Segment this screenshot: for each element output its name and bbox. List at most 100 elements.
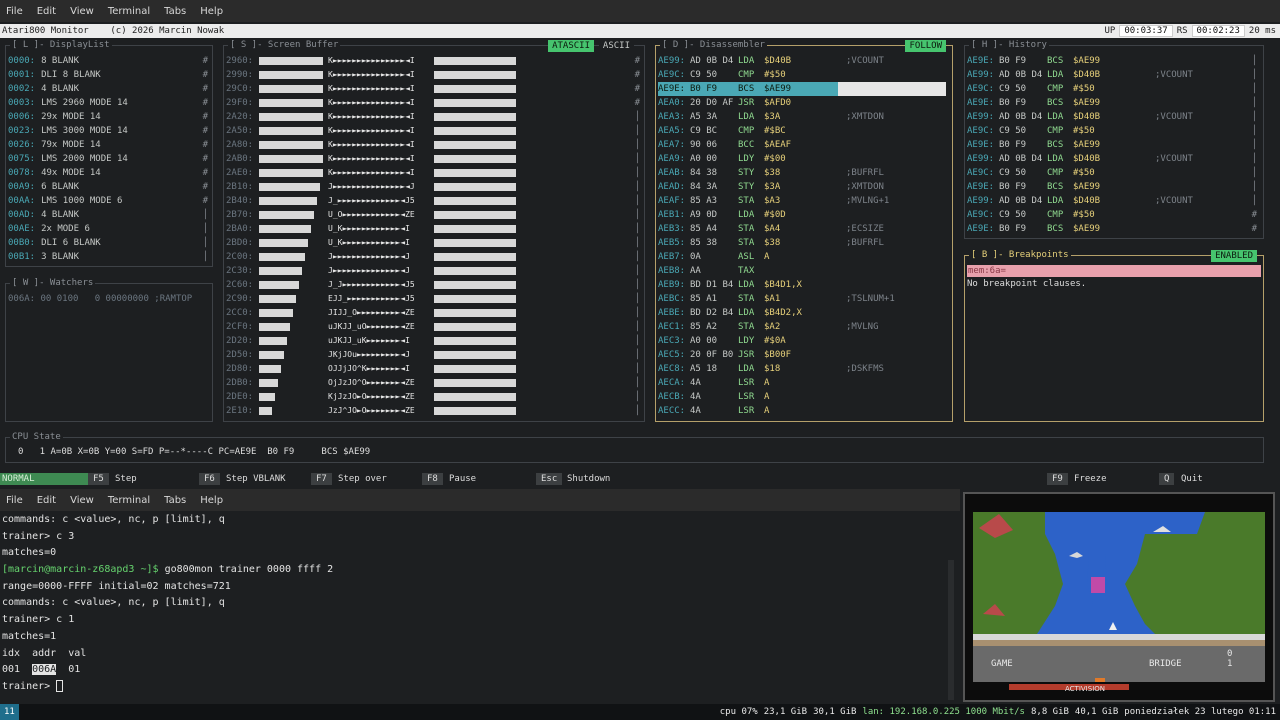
disasm-row[interactable]: AECC: 4A LSR A bbox=[658, 404, 946, 418]
f8-key[interactable]: F8 bbox=[422, 473, 443, 485]
disasm-row[interactable]: AEB7: 0A ASL A bbox=[658, 250, 946, 264]
emulator-game-window[interactable]: GAME BRIDGE 1 0 ACTIVISION bbox=[963, 492, 1275, 702]
f7-key[interactable]: F7 bbox=[311, 473, 332, 485]
screenbuffer-row[interactable]: 2D20: uJKJJ_uK►►►►►►►◄I │ bbox=[224, 334, 644, 348]
menu-file[interactable]: File bbox=[6, 6, 23, 17]
displaylist-row[interactable]: 00AA: LMS 1000 MODE 6 # bbox=[8, 194, 212, 208]
menu-tabs[interactable]: Tabs bbox=[164, 6, 186, 17]
terminal-scrollbar[interactable] bbox=[948, 560, 954, 700]
disasm-row[interactable]: AEC8: A5 18 LDA $18 ;DSKFMS bbox=[658, 362, 946, 376]
disasm-row[interactable]: AEAB: 84 38 STY $38 ;BUFRFL bbox=[658, 166, 946, 180]
screenbuffer-row[interactable]: 2CF0: uJKJJ_uO►►►►►►►◄ZE │ bbox=[224, 320, 644, 334]
workspace-indicator[interactable]: 11 bbox=[0, 704, 19, 720]
history-row[interactable]: AE99: AD 0B D4 LDA $D40B ;VCOUNT │ bbox=[967, 152, 1257, 166]
breakpoints-status-badge[interactable]: ENABLED bbox=[1211, 250, 1257, 262]
disasm-row[interactable]: AEA9: A0 00 LDY #$00 bbox=[658, 152, 946, 166]
history-row[interactable]: AE99: AD 0B D4 LDA $D40B ;VCOUNT │ bbox=[967, 110, 1257, 124]
screenbuffer-row[interactable]: 2AE0: K►►►►►►►►►►►►►►►◄I │ bbox=[224, 166, 644, 180]
disasm-row[interactable]: AEC3: A0 00 LDY #$0A bbox=[658, 334, 946, 348]
screenbuffer-row[interactable]: 2A80: K►►►►►►►►►►►►►►►◄I │ bbox=[224, 138, 644, 152]
disasm-row[interactable]: AE9E: B0 F9 BCS $AE99 bbox=[658, 82, 946, 96]
disasm-row[interactable]: AECA: 4A LSR A bbox=[658, 376, 946, 390]
breakpoint-input[interactable]: mem:6a= bbox=[967, 265, 1261, 277]
f6-step-vblank-label[interactable]: Step VBLANK bbox=[226, 473, 286, 485]
screenbuffer-row[interactable]: 2B70: U_O►►►►►►►►►►►►◄ZE │ bbox=[224, 208, 644, 222]
history-row[interactable]: AE9C: C9 50 CMP #$50 │ bbox=[967, 124, 1257, 138]
terminal-output[interactable]: commands: c <value>, nc, p [limit], q tr… bbox=[0, 512, 955, 702]
disasm-row[interactable]: AEAD: 84 3A STY $3A ;XMTDON bbox=[658, 180, 946, 194]
displaylist-row[interactable]: 00A9: 6 BLANK # bbox=[8, 180, 212, 194]
menu-view[interactable]: View bbox=[70, 6, 94, 17]
menu-edit[interactable]: Edit bbox=[37, 6, 56, 17]
watcher-row[interactable]: 006A: 00 0100 0 00000000 ;RAMTOP bbox=[8, 292, 212, 306]
disasm-row[interactable]: AECB: 4A LSR A bbox=[658, 390, 946, 404]
f6-key[interactable]: F6 bbox=[199, 473, 220, 485]
f5-step-label[interactable]: Step bbox=[115, 473, 137, 485]
screenbuffer-row[interactable]: 2B10: J►►►►►►►►►►►►►►►◄J │ bbox=[224, 180, 644, 194]
watchers-panel[interactable]: [ W ]- Watchers 006A: 00 0100 0 00000000… bbox=[5, 278, 213, 422]
screenbuffer-row[interactable]: 2A50: K►►►►►►►►►►►►►►►◄I │ bbox=[224, 124, 644, 138]
esc-key[interactable]: Esc bbox=[536, 473, 563, 485]
result-addr[interactable]: 006A bbox=[32, 664, 57, 676]
disasm-row[interactable]: AEB8: AA TAX bbox=[658, 264, 946, 278]
history-row[interactable]: AE9C: C9 50 CMP #$50 │ bbox=[967, 82, 1257, 96]
terminal-input-line[interactable]: trainer> bbox=[0, 679, 955, 696]
f5-key[interactable]: F5 bbox=[88, 473, 109, 485]
disasm-row[interactable]: AEBE: BD D2 B4 LDA $B4D2,X bbox=[658, 306, 946, 320]
disasm-row[interactable]: AEC1: 85 A2 STA $A2 ;MVLNG bbox=[658, 320, 946, 334]
screenbuffer-row[interactable]: 2D50: JKjJOu►►►►►►►►►◄J │ bbox=[224, 348, 644, 362]
displaylist-row[interactable]: 00B1: 3 BLANK │ bbox=[8, 250, 212, 264]
screenbuffer-row[interactable]: 29F0: K►►►►►►►►►►►►►►►◄I # bbox=[224, 96, 644, 110]
term-menu-file[interactable]: File bbox=[6, 495, 23, 506]
screenbuffer-row[interactable]: 2BA0: U_K►►►►►►►►►►►►◄I │ bbox=[224, 222, 644, 236]
f9-key[interactable]: F9 bbox=[1047, 473, 1068, 485]
disasm-row[interactable]: AEC5: 20 0F B0 JSR $B00F bbox=[658, 348, 946, 362]
screenbuffer-row[interactable]: 2DE0: KjJzJO►O►►►►►►►◄ZE │ bbox=[224, 390, 644, 404]
displaylist-panel[interactable]: [ L ]- DisplayList 0000: 8 BLANK #0001: DLI… bbox=[5, 40, 213, 267]
displaylist-row[interactable]: 0023: LMS 3000 MODE 14 # bbox=[8, 124, 212, 138]
f9-freeze-label[interactable]: Freeze bbox=[1074, 473, 1107, 485]
screenbuffer-panel[interactable]: [ S ]- Screen Buffer ATASCII ASCII 2960:… bbox=[223, 40, 645, 422]
disasm-row[interactable]: AEB3: 85 A4 STA $A4 ;ECSIZE bbox=[658, 222, 946, 236]
history-row[interactable]: AE9C: C9 50 CMP #$50 # bbox=[967, 208, 1257, 222]
disasm-row[interactable]: AEA0: 20 D0 AF JSR $AFD0 bbox=[658, 96, 946, 110]
displaylist-row[interactable]: 0026: 79x MODE 14 # bbox=[8, 138, 212, 152]
screenbuffer-row[interactable]: 29C0: K►►►►►►►►►►►►►►►◄I # bbox=[224, 82, 644, 96]
disasm-row[interactable]: AEA7: 90 06 BCC $AEAF bbox=[658, 138, 946, 152]
screenbuffer-row[interactable]: 2B40: J_►►►►►►►►►►►►►◄J5 │ bbox=[224, 194, 644, 208]
displaylist-row[interactable]: 0002: 4 BLANK # bbox=[8, 82, 212, 96]
ascii-mode-tab[interactable]: ASCII bbox=[598, 40, 634, 52]
screenbuffer-row[interactable]: 2BD0: U_K►►►►►►►►►►►►◄I │ bbox=[224, 236, 644, 250]
disasm-row[interactable]: AE99: AD 0B D4 LDA $D40B ;VCOUNT bbox=[658, 54, 946, 68]
term-menu-tabs[interactable]: Tabs bbox=[164, 495, 186, 506]
screenbuffer-row[interactable]: 2CC0: JIJJ_O►►►►►►►►►◄ZE │ bbox=[224, 306, 644, 320]
screenbuffer-row[interactable]: 2960: K►►►►►►►►►►►►►►►◄I # bbox=[224, 54, 644, 68]
screenbuffer-row[interactable]: 2C90: EJJ_►►►►►►►►►►►◄J5 │ bbox=[224, 292, 644, 306]
displaylist-row[interactable]: 0006: 29x MODE 14 # bbox=[8, 110, 212, 124]
displaylist-row[interactable]: 0000: 8 BLANK # bbox=[8, 54, 212, 68]
disasm-row[interactable]: AEA5: C9 BC CMP #$BC bbox=[658, 124, 946, 138]
menu-terminal[interactable]: Terminal bbox=[108, 6, 150, 17]
displaylist-row[interactable]: 0078: 49x MODE 14 # bbox=[8, 166, 212, 180]
screenbuffer-row[interactable]: 2DB0: OjJzJO^O►►►►►►►◄ZE │ bbox=[224, 376, 644, 390]
history-row[interactable]: AE9C: C9 50 CMP #$50 │ bbox=[967, 166, 1257, 180]
displaylist-row[interactable]: 00AD: 4 BLANK │ bbox=[8, 208, 212, 222]
history-row[interactable]: AE9E: B0 F9 BCS $AE99 # bbox=[967, 222, 1257, 236]
atascii-mode-tab[interactable]: ATASCII bbox=[548, 40, 594, 52]
term-menu-edit[interactable]: Edit bbox=[37, 495, 56, 506]
q-key[interactable]: Q bbox=[1159, 473, 1175, 485]
disasm-row[interactable]: AEB9: BD D1 B4 LDA $B4D1,X bbox=[658, 278, 946, 292]
disasm-row[interactable]: AEBC: 85 A1 STA $A1 ;TSLNUM+1 bbox=[658, 292, 946, 306]
q-quit-label[interactable]: Quit bbox=[1181, 473, 1203, 485]
term-menu-help[interactable]: Help bbox=[200, 495, 223, 506]
screenbuffer-row[interactable]: 2C60: J_J►►►►►►►►►►►►◄J5 │ bbox=[224, 278, 644, 292]
displaylist-row[interactable]: 00B0: DLI 6 BLANK │ bbox=[8, 236, 212, 250]
displaylist-row[interactable]: 0075: LMS 2000 MODE 14 # bbox=[8, 152, 212, 166]
history-row[interactable]: AE9E: B0 F9 BCS $AE99 │ bbox=[967, 96, 1257, 110]
history-row[interactable]: AE9E: B0 F9 BCS $AE99 │ bbox=[967, 180, 1257, 194]
history-row[interactable]: AE9E: B0 F9 BCS $AE99 │ bbox=[967, 138, 1257, 152]
disasm-row[interactable]: AEB5: 85 38 STA $38 ;BUFRFL bbox=[658, 236, 946, 250]
screenbuffer-row[interactable]: 2D80: OJJjJO^K►►►►►►►◄I │ bbox=[224, 362, 644, 376]
screenbuffer-row[interactable]: 2A20: K►►►►►►►►►►►►►►►◄I │ bbox=[224, 110, 644, 124]
screenbuffer-row[interactable]: 2E10: JzJ^JO►O►►►►►►►◄ZE │ bbox=[224, 404, 644, 418]
